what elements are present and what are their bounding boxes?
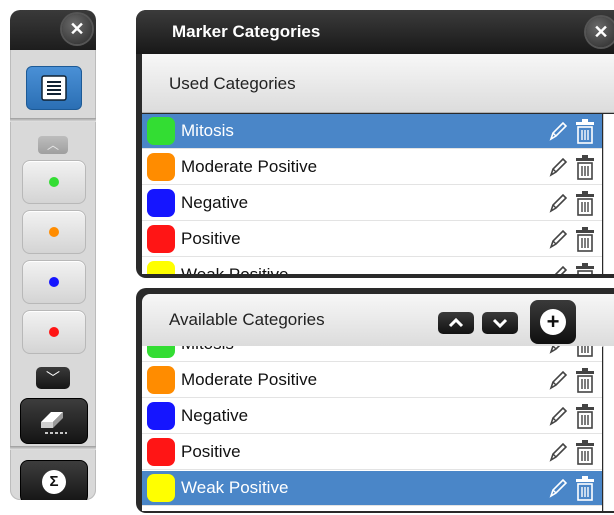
available-row-weak-positive[interactable]: Weak Positive — [142, 471, 602, 506]
toolbar-header: ✕ — [10, 10, 96, 50]
pencil-icon[interactable] — [548, 441, 568, 463]
category-label: Mitosis — [181, 346, 234, 354]
panel-title: Marker Categories — [172, 22, 321, 41]
category-label: Mitosis — [181, 121, 234, 140]
pencil-icon[interactable] — [548, 156, 568, 178]
pencil-icon[interactable] — [548, 369, 568, 391]
category-color-swatch — [147, 153, 175, 181]
trash-icon[interactable] — [574, 226, 596, 252]
toolbar-divider — [10, 446, 96, 450]
add-category-button[interactable]: + — [530, 300, 576, 344]
available-row-negative[interactable]: Negative — [142, 399, 602, 434]
marker-orange-button[interactable] — [22, 210, 86, 254]
marker-color-dot — [49, 277, 59, 287]
marker-red-button[interactable] — [22, 310, 86, 354]
category-color-swatch — [147, 346, 175, 358]
trash-icon[interactable] — [574, 154, 596, 180]
category-label: Moderate Positive — [181, 157, 318, 176]
toolbar-scroll-up-button[interactable]: ︿ — [38, 136, 68, 154]
available-categories-panel: Available Categories + Mitosis Moderate … — [136, 288, 614, 513]
available-list-scrollbar[interactable] — [603, 346, 614, 511]
used-categories-list[interactable]: Mitosis Moderate Positive Negative Posit… — [142, 114, 602, 274]
used-list-scrollbar[interactable] — [603, 114, 614, 274]
trash-icon[interactable] — [574, 346, 596, 357]
available-categories-header: Available Categories + — [142, 294, 614, 347]
marker-color-dot — [49, 177, 59, 187]
panel-close-button[interactable]: ✕ — [586, 17, 614, 47]
category-label: Positive — [181, 229, 241, 248]
category-label: Moderate Positive — [181, 370, 318, 389]
available-categories-list[interactable]: Mitosis Moderate Positive Negative Posit… — [142, 346, 602, 511]
chevron-up-icon — [448, 318, 464, 328]
used-row-negative[interactable]: Negative — [142, 186, 602, 221]
category-label: Positive — [181, 442, 241, 461]
category-label: Negative — [181, 406, 249, 425]
category-color-swatch — [147, 402, 175, 430]
trash-icon[interactable] — [574, 262, 596, 274]
panel-title-bar: Marker Categories — [136, 10, 614, 54]
used-categories-label: Used Categories — [169, 74, 296, 93]
toolbar-close-button[interactable]: ✕ — [62, 14, 92, 44]
plus-icon: + — [540, 309, 566, 335]
pencil-icon[interactable] — [548, 192, 568, 214]
category-label: Negative — [181, 193, 249, 212]
sigma-icon: Σ — [42, 470, 66, 494]
category-color-swatch — [147, 474, 175, 502]
used-row-moderate-positive[interactable]: Moderate Positive — [142, 150, 602, 185]
marker-blue-button[interactable] — [22, 260, 86, 304]
used-categories-header: Used Categories — [142, 54, 614, 113]
category-label: Weak Positive — [181, 265, 288, 274]
toolbar-divider — [10, 118, 96, 122]
used-row-weak-positive[interactable]: Weak Positive — [142, 258, 602, 274]
marker-color-dot — [49, 227, 59, 237]
trash-icon[interactable] — [574, 439, 596, 465]
category-color-swatch — [147, 117, 175, 145]
trash-icon[interactable] — [574, 367, 596, 393]
chevron-down-icon — [492, 318, 508, 328]
move-up-button[interactable] — [438, 312, 474, 334]
category-list-button[interactable] — [26, 66, 82, 110]
toolbar-scroll-down-button[interactable]: ﹀ — [36, 367, 70, 389]
marker-toolbar: ✕ ︿ ﹀ Σ — [10, 10, 96, 500]
category-color-swatch — [147, 225, 175, 253]
eraser-icon — [41, 412, 67, 434]
marker-green-button[interactable] — [22, 160, 86, 204]
move-down-button[interactable] — [482, 312, 518, 334]
pencil-icon[interactable] — [548, 120, 568, 142]
used-row-mitosis[interactable]: Mitosis — [142, 114, 602, 149]
pencil-icon[interactable] — [548, 346, 568, 355]
trash-icon[interactable] — [574, 475, 596, 501]
category-label: Weak Positive — [181, 478, 289, 497]
marker-categories-panel: Marker Categories ✕ Used Categories Mito… — [136, 10, 614, 278]
available-row-positive[interactable]: Positive — [142, 435, 602, 470]
category-color-swatch — [147, 261, 175, 274]
category-color-swatch — [147, 438, 175, 466]
available-row-moderate-positive[interactable]: Moderate Positive — [142, 363, 602, 398]
pencil-icon[interactable] — [548, 405, 568, 427]
available-row-mitosis[interactable]: Mitosis — [142, 346, 602, 362]
used-row-positive[interactable]: Positive — [142, 222, 602, 257]
trash-icon[interactable] — [574, 190, 596, 216]
eraser-button[interactable] — [20, 398, 88, 444]
pencil-icon[interactable] — [548, 264, 568, 274]
trash-icon[interactable] — [574, 118, 596, 144]
marker-color-dot — [49, 327, 59, 337]
category-color-swatch — [147, 366, 175, 394]
trash-icon[interactable] — [574, 403, 596, 429]
available-categories-label: Available Categories — [169, 310, 325, 329]
pencil-icon[interactable] — [548, 477, 568, 499]
pencil-icon[interactable] — [548, 228, 568, 250]
category-color-swatch — [147, 189, 175, 217]
list-icon — [41, 75, 67, 101]
summary-button[interactable]: Σ — [20, 460, 88, 500]
